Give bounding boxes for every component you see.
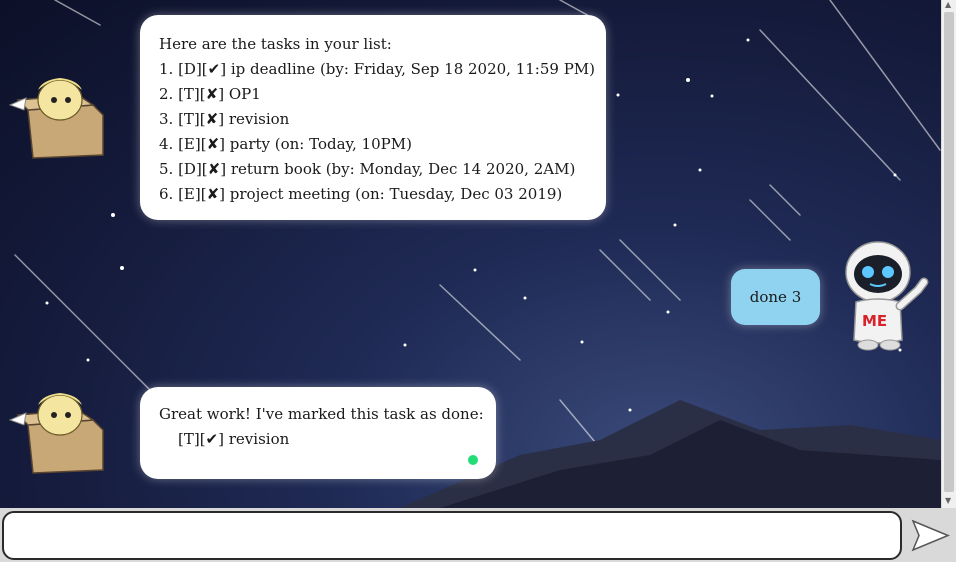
task-item: 5. [D][✘] return book (by: Monday, Dec 1… (159, 160, 576, 178)
scroll-up-icon[interactable]: ▲ (945, 0, 951, 9)
box-character-avatar (8, 393, 104, 474)
scroll-thumb[interactable] (944, 12, 954, 492)
send-arrow-icon (911, 519, 950, 552)
task-item: 2. [T][✘] OP1 (159, 85, 261, 103)
send-button[interactable] (904, 511, 956, 560)
box-character-avatar (8, 78, 104, 159)
scroll-down-icon[interactable]: ▼ (945, 496, 951, 505)
message-input[interactable] (2, 511, 902, 560)
task-item: 1. [D][✔] ip deadline (by: Friday, Sep 1… (159, 60, 596, 78)
user-message-bubble: done 3 (731, 269, 820, 325)
task-item: 4. [E][✘] party (on: Today, 10PM) (159, 135, 412, 153)
bot-message-bubble: Here are the tasks in your list: 1. [D][… (140, 15, 606, 220)
task-item: 3. [T][✘] revision (159, 110, 290, 128)
online-dot-icon (468, 455, 478, 465)
bot-message-bubble: Great work! I've marked this task as don… (140, 387, 496, 479)
svg-text:ME: ME (862, 312, 887, 330)
task-item: [T][✔] revision (178, 430, 290, 448)
robot-avatar: ME (845, 241, 929, 351)
message-line: Great work! I've marked this task as don… (159, 405, 484, 423)
input-bar (0, 508, 956, 562)
user-message-text: done 3 (749, 287, 802, 306)
chat-area: Here are the tasks in your list: 1. [D][… (0, 0, 941, 508)
chat-scrollbar[interactable]: ▲ ▼ (941, 0, 956, 508)
task-item: 6. [E][✘] project meeting (on: Tuesday, … (159, 185, 563, 203)
message-line: Here are the tasks in your list: (159, 35, 392, 53)
